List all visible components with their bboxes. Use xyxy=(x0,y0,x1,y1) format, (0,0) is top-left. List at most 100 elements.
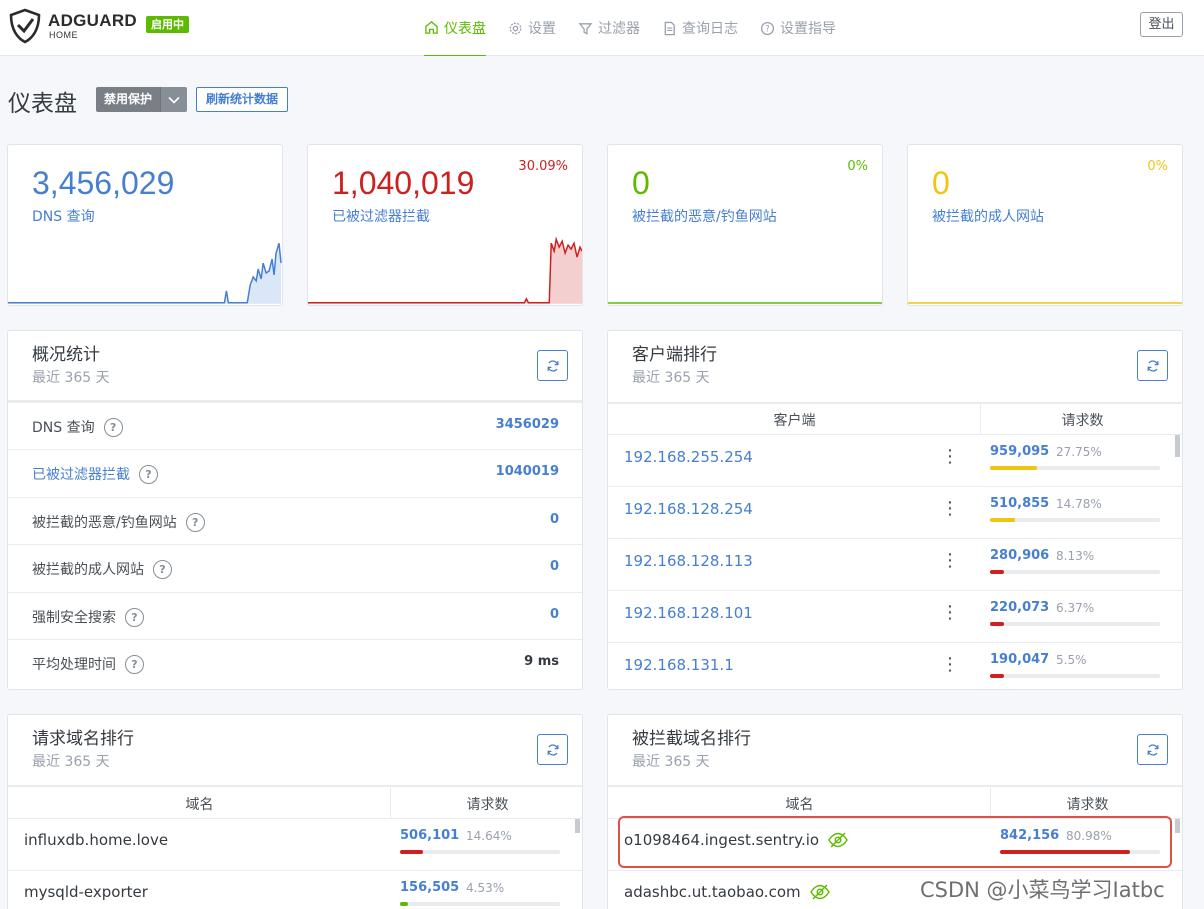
nav-settings[interactable]: 设置 xyxy=(508,0,556,56)
nav-setup-guide[interactable]: ? 设置指导 xyxy=(760,0,836,56)
progress-bar-fill xyxy=(990,622,1004,626)
refresh-icon[interactable] xyxy=(537,734,568,765)
request-count[interactable]: 280,906 xyxy=(990,548,1049,563)
summary-label-text: DNS 查询 xyxy=(32,420,95,436)
client-ip-link[interactable]: 192.168.131.1 xyxy=(624,656,734,674)
request-count[interactable]: 506,101 xyxy=(400,828,459,843)
summary-row-blocked-filters: 已被过滤器拦截? 1040019 xyxy=(8,449,582,496)
table-row: mysqld-exporter 156,505 4.53% xyxy=(8,870,582,909)
refresh-icon[interactable] xyxy=(1137,350,1168,381)
panel-subtitle: 最近 365 天 xyxy=(632,370,710,386)
help-icon[interactable]: ? xyxy=(185,512,205,532)
summary-label: 被拦截的成人网站? xyxy=(32,559,172,579)
nav-query-log[interactable]: 查询日志 xyxy=(662,0,738,56)
chevron-down-icon[interactable] xyxy=(160,87,188,112)
summary-value[interactable]: 0 xyxy=(550,559,559,574)
malware-sparkline xyxy=(608,302,882,304)
stat-percent: 30.09% xyxy=(518,159,568,174)
more-options-icon[interactable]: ⋮ xyxy=(941,654,959,675)
help-icon[interactable]: ? xyxy=(103,417,123,437)
request-percent: 27.75% xyxy=(1056,445,1102,459)
refresh-statistics-button[interactable]: 刷新统计数据 xyxy=(196,87,289,112)
general-statistics-panel: 概况统计 最近 365 天 DNS 查询? 3456029 已被过滤器拦截? 1… xyxy=(7,330,583,690)
request-percent: 4.53% xyxy=(466,881,505,895)
help-icon[interactable]: ? xyxy=(153,559,172,579)
adult-sites-sparkline xyxy=(908,302,1182,304)
table-row: 192.168.128.101 ⋮ 220,073 6.37% xyxy=(608,590,1182,642)
help-icon[interactable]: ? xyxy=(139,464,158,484)
summary-value[interactable]: 3456029 xyxy=(496,417,559,432)
top-clients-panel: 客户端排行 最近 365 天 客户端 请求数 192.168.255.254 ⋮ 9… xyxy=(607,330,1183,690)
help-icon[interactable]: ? xyxy=(125,607,144,627)
refresh-icon[interactable] xyxy=(537,350,568,381)
logout-button[interactable]: 登出 xyxy=(1140,12,1183,37)
column-header-domain[interactable]: 域名 xyxy=(8,794,391,814)
summary-label-text[interactable]: 已被过滤器拦截 xyxy=(32,464,130,484)
domain-text: adashbc.ut.taobao.com xyxy=(624,883,801,901)
summary-row-avg-time: 平均处理时间? 9 ms xyxy=(8,639,582,686)
client-ip-link[interactable]: 192.168.128.254 xyxy=(624,500,753,518)
progress-bar-fill xyxy=(400,850,424,854)
request-count[interactable]: 220,073 xyxy=(990,600,1049,615)
stat-value: 3,456,029 xyxy=(32,165,175,201)
request-count[interactable]: 510,855 xyxy=(990,496,1049,511)
more-options-icon[interactable]: ⋮ xyxy=(941,602,959,623)
column-header-requests[interactable]: 请求数 xyxy=(991,794,1182,814)
domain-name: adashbc.ut.taobao.com xyxy=(624,883,831,901)
summary-value[interactable]: 1040019 xyxy=(496,464,559,479)
more-options-icon[interactable]: ⋮ xyxy=(941,446,959,467)
divider xyxy=(608,785,1182,787)
column-header-domain[interactable]: 域名 xyxy=(608,794,991,814)
stat-label: DNS 查询 xyxy=(32,209,95,225)
stat-card-dns-queries: 3,456,029 DNS 查询 xyxy=(7,144,283,306)
nav-query-log-label: 查询日志 xyxy=(682,21,738,37)
client-ip-link[interactable]: 192.168.128.113 xyxy=(624,552,753,570)
stat-label: 已被过滤器拦截 xyxy=(332,209,430,225)
summary-label: 强制安全搜索? xyxy=(32,607,144,627)
home-icon xyxy=(425,21,438,34)
summary-label: 平均处理时间? xyxy=(32,654,144,674)
more-options-icon[interactable]: ⋮ xyxy=(941,498,959,519)
panel-subtitle: 最近 365 天 xyxy=(32,754,110,770)
log-icon xyxy=(664,21,675,35)
progress-bar xyxy=(990,518,1160,522)
summary-label-text: 强制安全搜索 xyxy=(32,610,116,626)
stat-label: 被拦截的成人网站 xyxy=(932,209,1044,225)
summary-value[interactable]: 0 xyxy=(550,607,559,622)
summary-row-malware: 被拦截的恶意/钓鱼网站? 0 xyxy=(8,497,582,544)
request-count[interactable]: 156,505 xyxy=(400,880,459,895)
column-header-requests[interactable]: 请求数 xyxy=(391,794,582,814)
client-ip-link[interactable]: 192.168.128.101 xyxy=(624,604,753,622)
page-title: 仪表盘 xyxy=(8,91,77,117)
stat-percent: 0% xyxy=(847,159,868,174)
adguard-shield-logo xyxy=(9,8,41,44)
panel-subtitle: 最近 365 天 xyxy=(632,754,710,770)
stat-card-blocked-by-filters: 1,040,019 已被过滤器拦截 30.09% xyxy=(307,144,583,306)
more-options-icon[interactable]: ⋮ xyxy=(941,550,959,571)
watermark: CSDN @小菜鸟学习Iatbc xyxy=(920,878,1165,902)
disable-protection-button[interactable]: 禁用保护 xyxy=(96,87,161,112)
brand-name: ADGUARD xyxy=(48,11,137,30)
request-count[interactable]: 959,095 xyxy=(990,444,1049,459)
summary-value[interactable]: 0 xyxy=(550,512,559,527)
domain-name: mysqld-exporter xyxy=(24,883,148,901)
main-nav: 仪表盘 设置 过滤器 查询日志 ? 设置指导 xyxy=(424,0,858,56)
progress-bar-fill xyxy=(400,902,408,906)
column-header-requests[interactable]: 请求数 xyxy=(981,410,1182,430)
filter-icon xyxy=(578,22,593,35)
nav-dashboard[interactable]: 仪表盘 xyxy=(424,0,486,56)
disable-protection-dropdown[interactable]: 禁用保护 xyxy=(96,87,188,112)
column-header-client[interactable]: 客户端 xyxy=(608,410,981,430)
summary-label[interactable]: 已被过滤器拦截? xyxy=(32,464,158,484)
progress-bar xyxy=(990,466,1160,470)
request-percent: 5.5% xyxy=(1056,653,1087,667)
stat-card-adult-sites: 0 被拦截的成人网站 0% xyxy=(907,144,1183,306)
request-count[interactable]: 190,047 xyxy=(990,652,1049,667)
client-ip-link[interactable]: 192.168.255.254 xyxy=(624,448,753,466)
nav-filters[interactable]: 过滤器 xyxy=(578,0,640,56)
refresh-icon[interactable] xyxy=(1137,734,1168,765)
summary-row-dns-queries: DNS 查询? 3456029 xyxy=(8,402,582,449)
stat-label: 被拦截的恶意/钓鱼网站 xyxy=(632,209,777,225)
eye-off-icon[interactable] xyxy=(809,884,831,900)
help-icon[interactable]: ? xyxy=(125,654,144,674)
